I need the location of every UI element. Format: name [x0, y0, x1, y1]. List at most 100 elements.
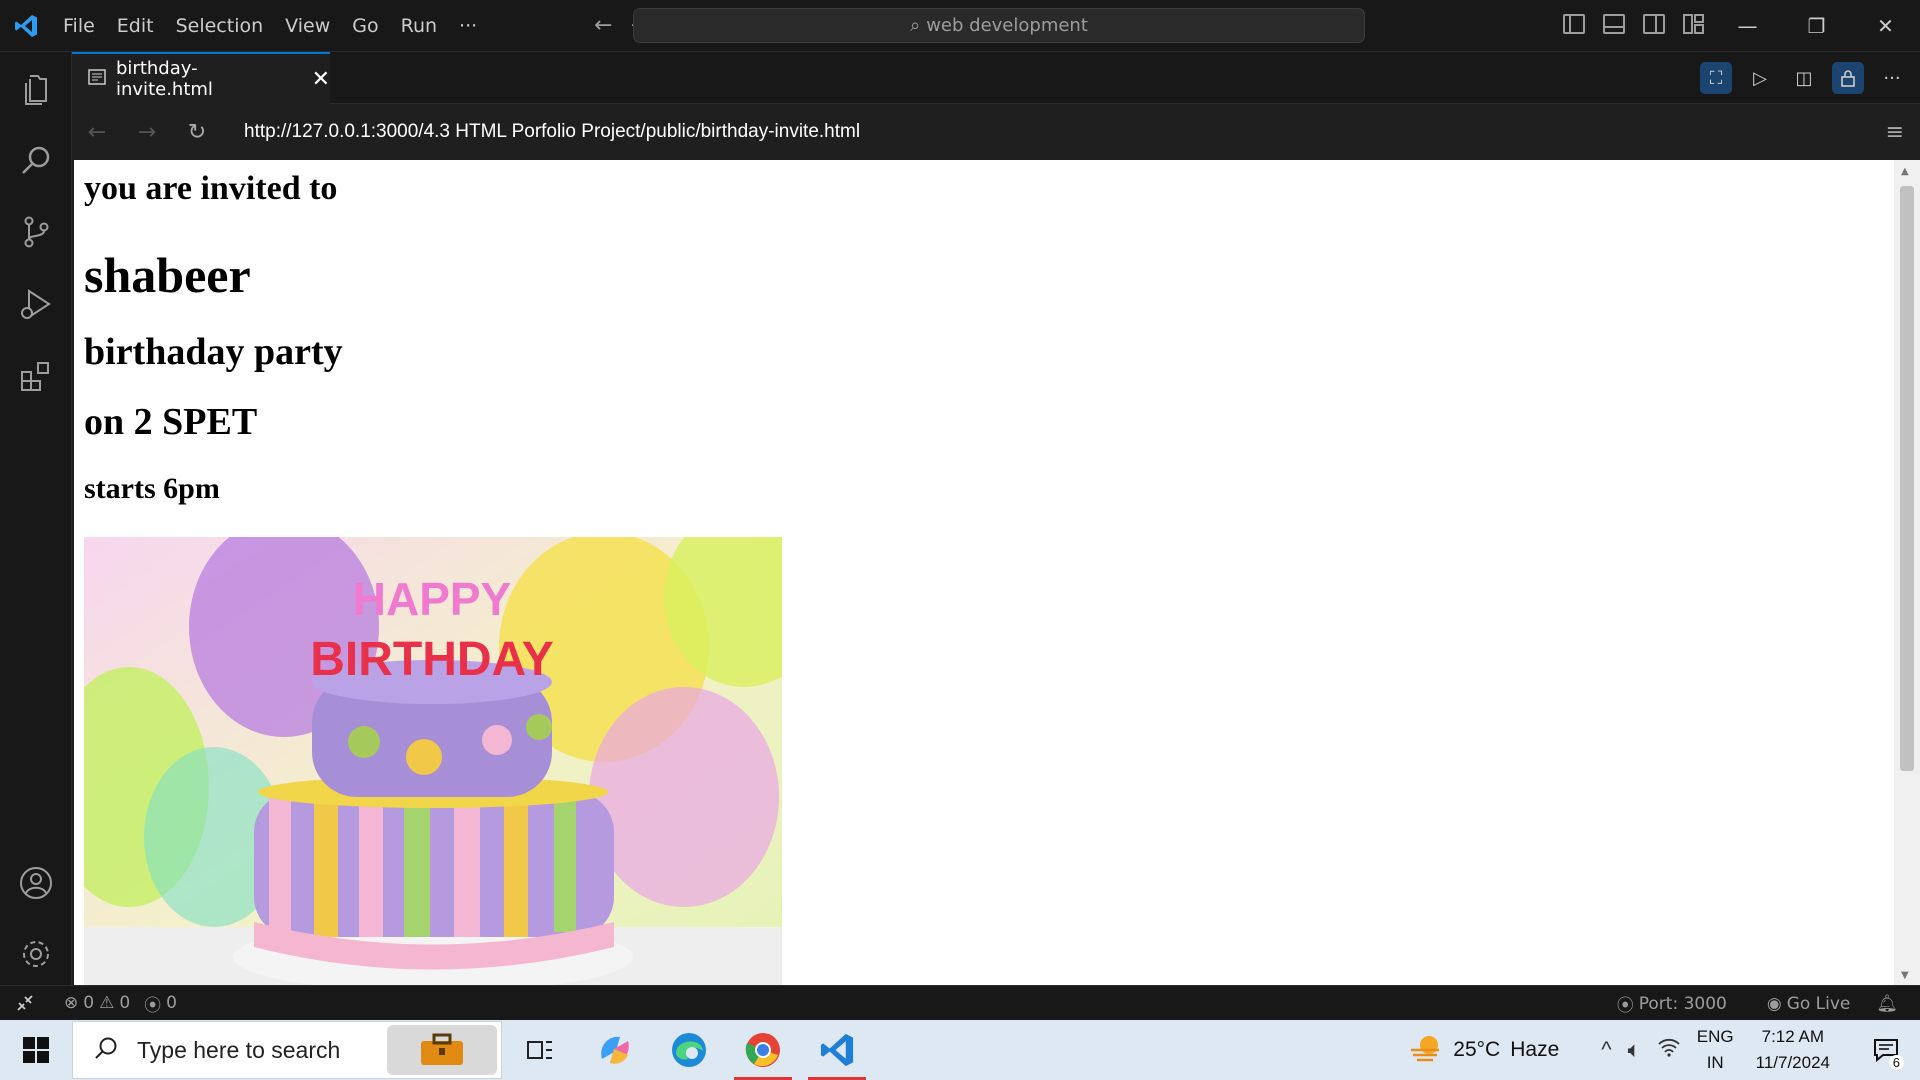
- haze-weather-icon: [1409, 1032, 1443, 1068]
- system-tray: 25°C Haze ^ 🔈︎ ENG IN 7:12 AM 11/7/2024 …: [1409, 1020, 1920, 1080]
- run-and-debug-icon[interactable]: [0, 268, 72, 340]
- menu-go[interactable]: Go: [341, 15, 389, 37]
- screencast-icon[interactable]: ⛶: [1700, 62, 1732, 94]
- split-editor-icon[interactable]: ◫: [1788, 62, 1820, 94]
- language-indicator[interactable]: ENG IN: [1697, 1024, 1734, 1076]
- search-text: web development: [926, 15, 1088, 36]
- page-preview: you are invited to shabeer birthaday par…: [74, 160, 1894, 985]
- chrome-browser-icon[interactable]: [728, 1020, 798, 1080]
- taskbar-search-placeholder: Type here to search: [137, 1036, 341, 1063]
- close-window-icon[interactable]: ✕: [1851, 0, 1920, 52]
- warning-count: 0: [119, 993, 131, 1013]
- ports-indicator[interactable]: ⦿ 0: [144, 991, 177, 1016]
- port-broadcast-icon: ⦿: [1616, 996, 1634, 1016]
- more-actions-icon[interactable]: ···: [1876, 62, 1908, 94]
- run-play-icon[interactable]: ▷: [1744, 62, 1776, 94]
- scroll-down-icon[interactable]: ▼: [1901, 970, 1909, 981]
- toggle-primary-sidebar-icon[interactable]: [1563, 14, 1585, 34]
- minimize-icon[interactable]: —: [1713, 0, 1782, 52]
- toggle-secondary-sidebar-icon[interactable]: [1643, 14, 1665, 34]
- go-live-button[interactable]: ◉ Go Live: [1767, 994, 1851, 1014]
- task-view-icon[interactable]: [505, 1020, 575, 1080]
- copilot-icon[interactable]: [580, 1020, 650, 1080]
- clock-date: 11/7/2024: [1755, 1053, 1830, 1072]
- lock-icon[interactable]: [1832, 62, 1864, 94]
- vscode-taskbar-icon[interactable]: [802, 1020, 872, 1080]
- close-tab-icon[interactable]: ✕: [312, 67, 330, 92]
- remote-indicator-icon[interactable]: [0, 986, 50, 1021]
- scroll-up-icon[interactable]: ▲: [1901, 166, 1909, 177]
- windows-start-icon[interactable]: [0, 1020, 72, 1080]
- explorer-icon[interactable]: [0, 52, 72, 124]
- scrollbar-thumb[interactable]: [1900, 186, 1914, 771]
- error-icon: ⊗: [64, 993, 79, 1013]
- notification-center-icon[interactable]: 6: [1864, 1020, 1908, 1080]
- wifi-icon[interactable]: [1657, 1036, 1681, 1064]
- command-center-search[interactable]: ⌕ web development: [633, 8, 1365, 43]
- reload-icon[interactable]: ↻: [172, 120, 222, 145]
- preview-scrollbar[interactable]: ▲ ▼: [1894, 160, 1920, 985]
- menu-file[interactable]: File: [52, 15, 106, 37]
- birthday-cake-image: HAPPY BIRTHDAY: [74, 507, 824, 985]
- customize-layout-icon[interactable]: [1683, 14, 1705, 34]
- weather-desc: Haze: [1510, 1038, 1560, 1061]
- taskbar-search-box[interactable]: Type here to search: [72, 1021, 502, 1079]
- tab-title: birthday-invite.html: [116, 58, 213, 100]
- notification-count-badge: 6: [1888, 1055, 1904, 1070]
- notifications-bell-icon[interactable]: 🔔︎: [1876, 994, 1898, 1014]
- menu-more[interactable]: ···: [448, 15, 488, 37]
- browser-menu-icon[interactable]: ≡: [1886, 120, 1904, 145]
- windows-taskbar: Type here to search 25°C Haze ^ 🔈︎ ENG I…: [0, 1020, 1920, 1080]
- taskbar-search-icon: [93, 1035, 119, 1066]
- accounts-icon[interactable]: [0, 847, 72, 919]
- happy-text: HAPPY: [353, 573, 511, 625]
- browser-forward-icon[interactable]: →: [122, 120, 172, 145]
- briefcase-icon[interactable]: [387, 1025, 497, 1075]
- date-heading: on 2 SPET: [84, 401, 258, 443]
- lang-code: ENG: [1696, 1027, 1734, 1046]
- activity-bar: [0, 52, 72, 985]
- editor-tab-bar: birthday-invite.html ✕ ⛶ ▷ ◫ ···: [72, 52, 1920, 104]
- simple-browser-toolbar: ← → ↻ http://127.0.0.1:3000/4.3 HTML Por…: [72, 104, 1920, 160]
- go-live-label: Go Live: [1786, 993, 1851, 1014]
- back-arrow-icon[interactable]: ←: [594, 13, 612, 38]
- title-bar: File Edit Selection View Go Run ··· ← → …: [0, 0, 1920, 52]
- name-heading: shabeer: [84, 247, 251, 303]
- problems-indicator[interactable]: ⊗ 0 ⚠ 0: [64, 993, 130, 1013]
- warning-icon: ⚠: [99, 993, 115, 1013]
- browser-back-icon[interactable]: ←: [72, 120, 122, 145]
- menu-run[interactable]: Run: [390, 15, 448, 37]
- status-bar: ⊗ 0 ⚠ 0 ⦿ 0 ⦿ Port: 3000 ◉ Go Live 🔔︎: [0, 985, 1920, 1020]
- search-view-icon[interactable]: [0, 124, 72, 196]
- volume-icon[interactable]: 🔈︎: [1628, 1037, 1641, 1063]
- live-icon: ◉: [1766, 993, 1782, 1014]
- settings-gear-icon[interactable]: [0, 918, 72, 990]
- menu-selection[interactable]: Selection: [165, 15, 275, 37]
- vscode-logo-icon: [0, 0, 52, 52]
- party-heading: birthaday party: [84, 331, 343, 373]
- port-status[interactable]: ⦿ Port: 3000: [1616, 991, 1727, 1017]
- ports-count: 0: [166, 993, 177, 1013]
- menu-bar: File Edit Selection View Go Run ···: [52, 0, 488, 52]
- toggle-panel-icon[interactable]: [1603, 14, 1625, 34]
- menu-edit[interactable]: Edit: [106, 15, 165, 37]
- tab-birthday-invite[interactable]: birthday-invite.html ✕: [72, 52, 330, 104]
- clock[interactable]: 7:12 AM 11/7/2024: [1756, 1024, 1830, 1076]
- weather-temp: 25°C: [1453, 1038, 1501, 1061]
- source-control-icon[interactable]: [0, 196, 72, 268]
- show-hidden-icons-chevron-icon[interactable]: ^: [1601, 1037, 1611, 1063]
- menu-view[interactable]: View: [274, 15, 341, 37]
- invite-heading: you are invited to: [84, 170, 338, 207]
- port-label: Port: 3000: [1638, 993, 1727, 1014]
- clock-time: 7:12 AM: [1761, 1027, 1824, 1046]
- search-icon: ⌕: [910, 15, 921, 36]
- extensions-icon[interactable]: [0, 340, 72, 412]
- broadcast-icon: ⦿: [144, 995, 162, 1016]
- error-count: 0: [83, 993, 95, 1013]
- edge-browser-icon[interactable]: [654, 1020, 724, 1080]
- lang-region: IN: [1706, 1053, 1724, 1072]
- preview-file-icon: [88, 69, 106, 89]
- url-field[interactable]: http://127.0.0.1:3000/4.3 HTML Porfolio …: [244, 121, 860, 143]
- weather-widget[interactable]: 25°C Haze: [1409, 1032, 1559, 1068]
- restore-icon[interactable]: ❐: [1782, 0, 1851, 52]
